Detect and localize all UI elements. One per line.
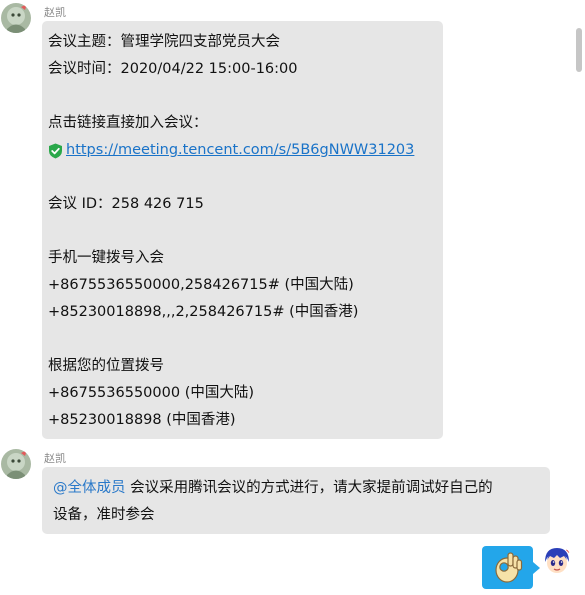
meeting-id: 会议 ID：258 426 715 bbox=[48, 196, 204, 212]
emoji-message-bubble[interactable] bbox=[482, 546, 533, 589]
sender-name: 赵凯 bbox=[44, 6, 66, 19]
cartoon-avatar-icon bbox=[542, 546, 572, 576]
announcement-line-2: 设备，准时参会 bbox=[53, 507, 155, 523]
avatar-image bbox=[1, 449, 31, 479]
onetap-number-hongkong: +85230018898,,,2,258426715# (中国香港) bbox=[48, 304, 359, 320]
join-prompt: 点击链接直接加入会议： bbox=[48, 115, 208, 131]
security-shield-icon bbox=[48, 142, 63, 159]
location-number-mainland: +8675536550000 (中国大陆) bbox=[48, 385, 255, 401]
announcement-line-1: @全体成员 会议采用腾讯会议的方式进行，请大家提前调试好自己的 bbox=[53, 475, 544, 502]
bubble-tail bbox=[533, 562, 540, 574]
meeting-time: 会议时间：2020/04/22 15:00-16:00 bbox=[48, 61, 298, 77]
location-dial-title: 根据您的位置拨号 bbox=[48, 358, 164, 374]
location-number-hongkong: +85230018898 (中国香港) bbox=[48, 412, 236, 428]
meeting-link-row: https://meeting.tencent.com/s/5B6gNWW312… bbox=[48, 137, 437, 164]
sender-avatar[interactable] bbox=[1, 3, 31, 33]
chat-window: 赵凯 会议主题：管理学院四支部党员大会 会议时间：2020/04/22 15:0… bbox=[0, 0, 585, 595]
avatar-image bbox=[1, 3, 31, 33]
ok-hand-icon bbox=[495, 552, 523, 583]
meeting-topic: 会议主题：管理学院四支部党员大会 bbox=[48, 34, 280, 50]
self-avatar[interactable] bbox=[542, 546, 572, 576]
sender-name: 赵凯 bbox=[44, 452, 66, 465]
scrollbar-thumb[interactable] bbox=[576, 28, 582, 72]
scrollbar[interactable] bbox=[575, 0, 585, 595]
meeting-invite-bubble[interactable]: 会议主题：管理学院四支部党员大会 会议时间：2020/04/22 15:00-1… bbox=[42, 21, 443, 439]
sender-avatar[interactable] bbox=[1, 449, 31, 479]
announcement-text: 会议采用腾讯会议的方式进行，请大家提前调试好自己的 bbox=[125, 480, 493, 496]
mention-all-members[interactable]: @全体成员 bbox=[53, 480, 126, 496]
onetap-title: 手机一键拨号入会 bbox=[48, 250, 164, 266]
onetap-number-mainland: +8675536550000,258426715# (中国大陆) bbox=[48, 277, 354, 293]
meeting-link[interactable]: https://meeting.tencent.com/s/5B6gNWW312… bbox=[66, 142, 414, 158]
announcement-bubble[interactable]: @全体成员 会议采用腾讯会议的方式进行，请大家提前调试好自己的 设备，准时参会 bbox=[42, 467, 550, 534]
